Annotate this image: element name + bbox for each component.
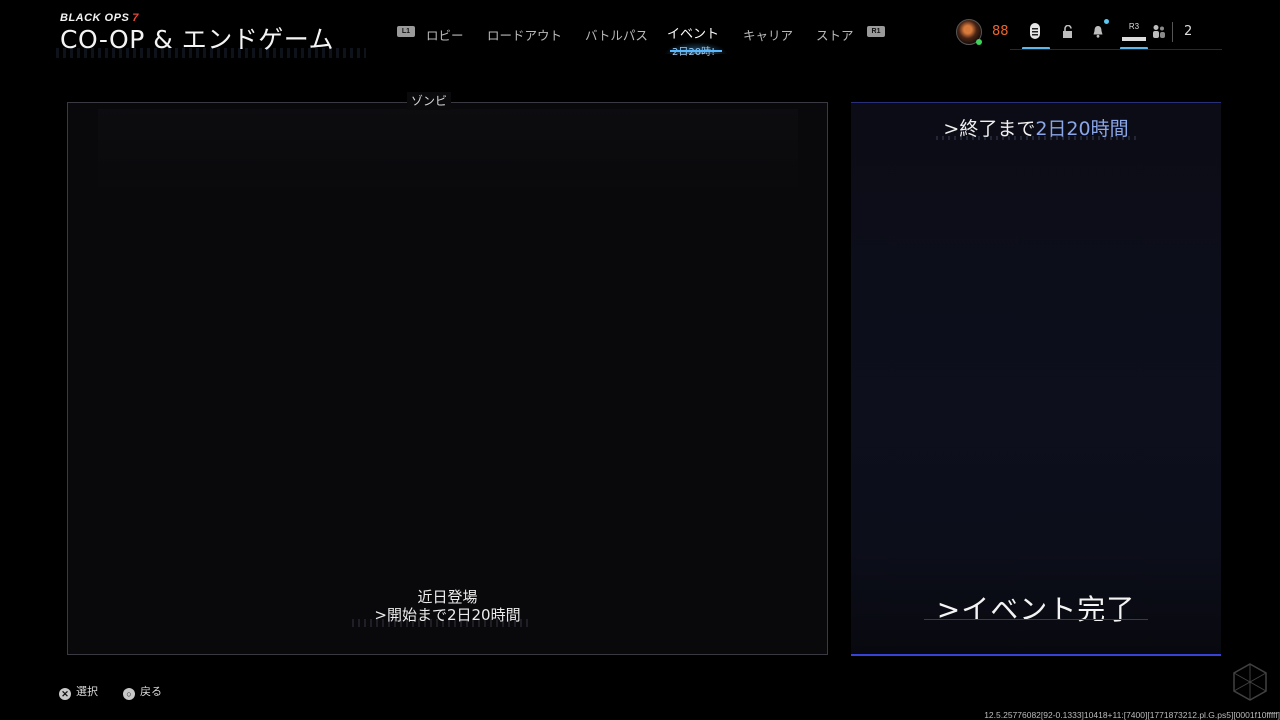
l1-bumper-icon[interactable]: L1 bbox=[397, 26, 415, 37]
unlock-icon[interactable] bbox=[1062, 24, 1074, 41]
game-logo: BLACK OPS 7 bbox=[60, 12, 139, 24]
select-hint[interactable]: ✕ 選択 bbox=[59, 683, 98, 700]
tab-battle-pass[interactable]: バトルパス bbox=[585, 25, 648, 44]
title-scanline-decoration bbox=[56, 48, 366, 58]
player-level: 88 bbox=[992, 24, 1009, 39]
build-version-string: 12.5.25776082[92-0.1333]10418+11:[7400][… bbox=[984, 710, 1280, 720]
tab-loadout[interactable]: ロードアウト bbox=[487, 25, 562, 44]
side-panel-accent-bar bbox=[851, 654, 1221, 656]
card-background bbox=[98, 109, 798, 199]
online-status-dot bbox=[976, 39, 982, 45]
status-divider bbox=[1172, 22, 1173, 42]
circle-button-icon: ○ bbox=[123, 688, 135, 700]
back-hint[interactable]: ○ 戻る bbox=[123, 683, 162, 700]
countdown-scanline-decoration bbox=[352, 619, 532, 627]
party-count: 2 bbox=[1184, 24, 1193, 39]
game-logo-number: 7 bbox=[132, 12, 139, 24]
header-divider bbox=[1010, 49, 1222, 50]
event-summary-panel bbox=[851, 102, 1221, 655]
r1-bumper-icon[interactable]: R1 bbox=[867, 26, 885, 37]
notification-bell-icon[interactable] bbox=[1092, 25, 1104, 41]
watermark-logo-icon bbox=[1233, 663, 1267, 701]
event-card-label: ゾンビ bbox=[407, 92, 452, 110]
cross-button-icon: ✕ bbox=[59, 688, 71, 700]
r3-menu-icon[interactable]: R3 bbox=[1122, 22, 1146, 41]
tab-store[interactable]: ストア bbox=[816, 25, 854, 44]
notification-dot bbox=[1104, 19, 1109, 24]
event-complete-label: >イベント完了 bbox=[936, 593, 1136, 626]
active-tab-underline bbox=[670, 50, 722, 52]
brand-block: BLACK OPS 7 CO-OP & エンドゲーム bbox=[56, 12, 366, 58]
party-icon[interactable] bbox=[1152, 24, 1166, 42]
back-hint-label: 戻る bbox=[140, 685, 162, 698]
challenges-icon[interactable] bbox=[1029, 22, 1041, 43]
tab-lobby[interactable]: ロビー bbox=[426, 25, 464, 44]
tab-event[interactable]: イベント bbox=[667, 23, 719, 42]
end-timer-scanline-decoration bbox=[936, 136, 1136, 140]
select-hint-label: 選択 bbox=[76, 685, 98, 698]
event-complete-underline bbox=[924, 619, 1148, 620]
zombies-event-card[interactable] bbox=[67, 102, 828, 655]
tab-career[interactable]: キャリア bbox=[743, 25, 793, 44]
